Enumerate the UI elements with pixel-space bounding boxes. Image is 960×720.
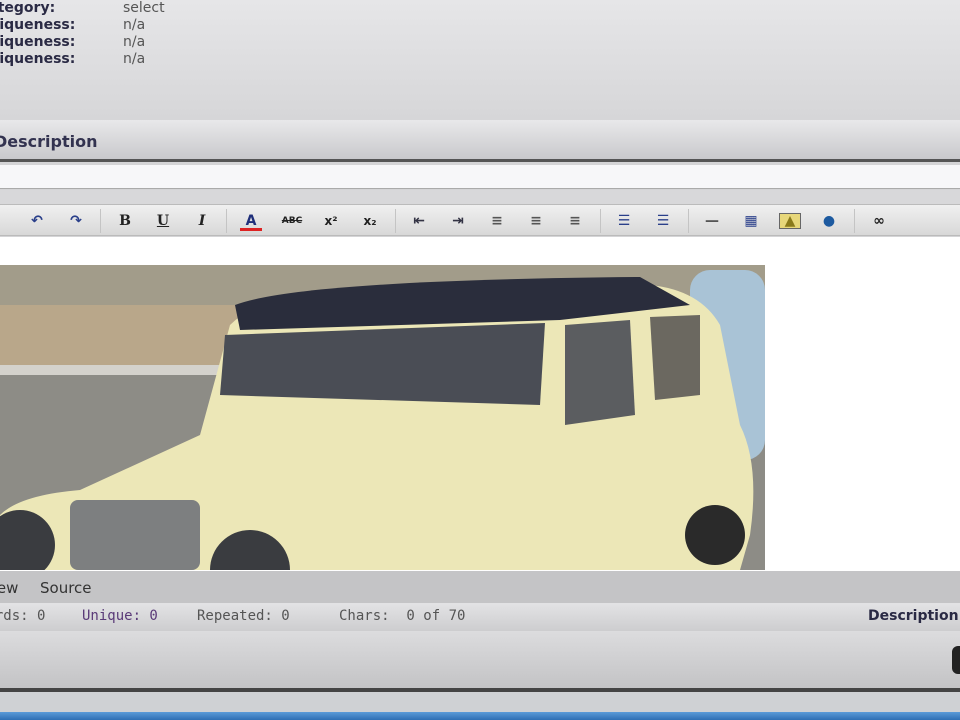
- tab-source[interactable]: Source: [40, 579, 92, 597]
- info-value: select: [123, 0, 165, 16]
- bold-button[interactable]: B: [114, 211, 136, 231]
- info-row: Uniqueness: n/a: [0, 51, 145, 68]
- info-value: n/a: [123, 17, 146, 33]
- status-description-label: Description: [868, 608, 959, 624]
- table-icon[interactable]: ▦: [740, 211, 762, 231]
- repeated-count: Repeated: 0: [197, 608, 290, 624]
- superscript-icon[interactable]: x²: [320, 211, 342, 231]
- align-left-icon[interactable]: ≡: [486, 211, 508, 231]
- info-label: Uniqueness:: [0, 34, 76, 50]
- image-icon[interactable]: ▲: [779, 213, 801, 229]
- italic-button[interactable]: I: [191, 211, 213, 231]
- info-row: Category: select: [0, 0, 165, 17]
- spacer: [0, 190, 960, 204]
- unordered-list-icon[interactable]: ☰: [652, 211, 674, 231]
- redo-icon[interactable]: ↷: [65, 211, 87, 231]
- info-panel: Category: select Uniqueness: n/a Uniquenes…: [0, 0, 960, 120]
- info-row: Uniqueness: n/a: [0, 17, 145, 34]
- ordered-list-icon[interactable]: ☰: [613, 211, 635, 231]
- subscript-icon[interactable]: x₂: [359, 211, 381, 231]
- description-header[interactable]: Description: [0, 120, 960, 162]
- align-right-icon[interactable]: ≡: [564, 211, 586, 231]
- section-title: Description: [0, 132, 98, 151]
- editor-tabs: Preview Source: [0, 571, 960, 603]
- undo-icon[interactable]: ↶: [26, 211, 48, 231]
- info-value: n/a: [123, 51, 146, 67]
- strikethrough-icon[interactable]: ABC: [281, 211, 303, 231]
- info-value: n/a: [123, 34, 146, 50]
- indent-icon[interactable]: ⇥: [447, 211, 469, 231]
- bottom-panel: [0, 631, 960, 691]
- char-count: Chars: 0 of 70: [339, 608, 466, 624]
- unique-count: Unique: 0: [82, 608, 158, 624]
- info-row: Uniqueness: n/a: [0, 34, 145, 51]
- info-label: Uniqueness:: [0, 51, 76, 67]
- footer: [0, 692, 960, 712]
- find-binoculars-icon[interactable]: ∞: [868, 211, 890, 231]
- align-center-icon[interactable]: ≡: [525, 211, 547, 231]
- title-input[interactable]: [0, 165, 960, 189]
- taskbar: [0, 712, 960, 720]
- link-globe-icon[interactable]: ●: [818, 211, 840, 231]
- editor-toolbar: ↶ ↷ B U I A ABC x² x₂ ⇤ ⇥ ≡ ≡ ≡ ☰ ☰ — ▦ …: [0, 204, 960, 236]
- outdent-icon[interactable]: ⇤: [408, 211, 430, 231]
- status-bar: Words: 0 Unique: 0 Repeated: 0 Chars: 0 …: [0, 603, 960, 631]
- tab-preview[interactable]: Preview: [0, 579, 18, 597]
- info-label: Category:: [0, 0, 56, 16]
- save-button[interactable]: [952, 646, 960, 674]
- horizontal-rule-icon[interactable]: —: [701, 211, 723, 231]
- underline-button[interactable]: U: [152, 211, 174, 231]
- word-count: Words: 0: [0, 608, 46, 624]
- font-color-icon[interactable]: A: [240, 211, 262, 231]
- car-photo: [0, 265, 765, 570]
- info-label: Uniqueness:: [0, 17, 76, 33]
